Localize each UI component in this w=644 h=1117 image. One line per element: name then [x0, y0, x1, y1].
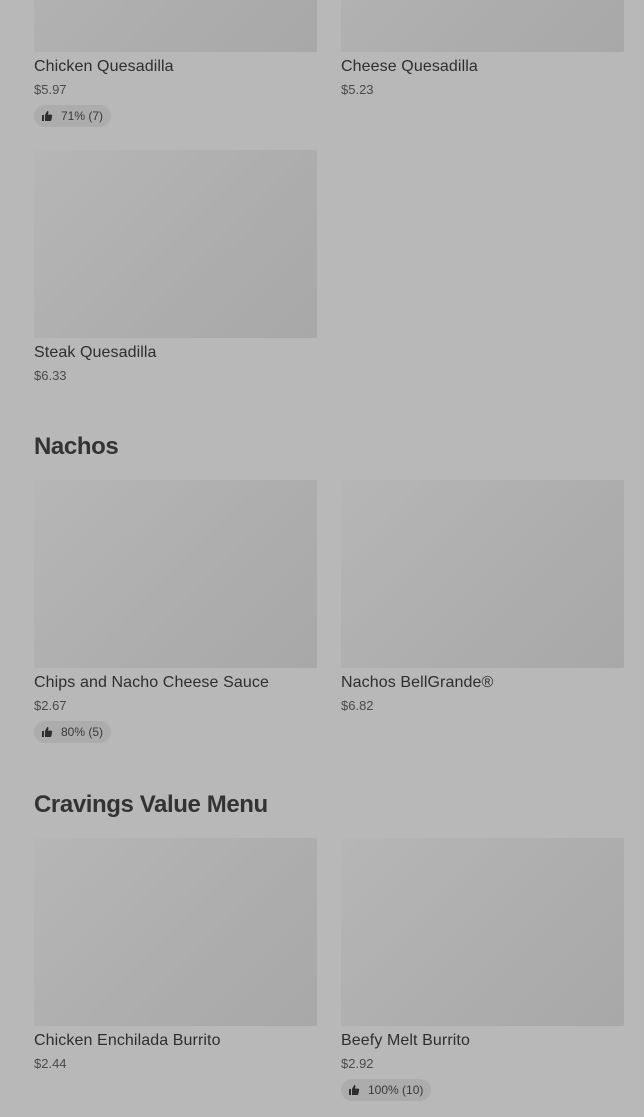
section-title-nachos: Nachos — [34, 433, 119, 460]
menu-item-card[interactable]: Chicken Enchilada Burrito $2.44 — [34, 838, 317, 1072]
item-name: Steak Quesadilla — [34, 344, 157, 361]
thumbs-up-icon — [42, 727, 53, 737]
rating-text: 80% (5) — [61, 725, 104, 739]
menu-item-card[interactable]: Beefy Melt Burrito $2.92 100% (10) — [341, 838, 624, 1101]
item-name: Chicken Enchilada Burrito — [34, 1032, 221, 1049]
item-price: $5.23 — [341, 82, 374, 97]
menu-item-card[interactable]: Cheese Quesadilla $5.23 — [341, 0, 624, 98]
item-image[interactable] — [34, 838, 317, 1026]
item-image[interactable] — [341, 480, 624, 668]
item-price: $2.92 — [341, 1056, 374, 1071]
item-name: Beefy Melt Burrito — [341, 1032, 470, 1049]
item-price: $6.33 — [34, 368, 67, 383]
item-image[interactable] — [341, 0, 624, 52]
item-image[interactable] — [34, 480, 317, 668]
rating-text: 100% (10) — [368, 1083, 424, 1097]
item-name: Chicken Quesadilla — [34, 58, 174, 75]
item-name: Chips and Nacho Cheese Sauce — [34, 674, 269, 691]
item-price: $2.67 — [34, 698, 67, 713]
item-price: $6.82 — [341, 698, 374, 713]
item-image[interactable] — [34, 150, 317, 338]
menu-item-card[interactable]: Chicken Quesadilla $5.97 71% (7) — [34, 0, 317, 127]
item-price: $2.44 — [34, 1056, 67, 1071]
menu-item-card[interactable]: Chips and Nacho Cheese Sauce $2.67 80% (… — [34, 480, 317, 743]
rating-badge: 71% (7) — [34, 105, 112, 127]
menu-page: Chicken Quesadilla $5.97 71% (7) Cheese … — [0, 0, 644, 1117]
item-name: Cheese Quesadilla — [341, 58, 478, 75]
item-image[interactable] — [341, 838, 624, 1026]
thumbs-up-icon — [349, 1085, 360, 1095]
menu-item-card[interactable]: Nachos BellGrande® $6.82 — [341, 480, 624, 714]
menu-item-card[interactable]: Steak Quesadilla $6.33 — [34, 150, 317, 384]
rating-text: 71% (7) — [61, 109, 104, 123]
rating-badge: 80% (5) — [34, 721, 112, 743]
thumbs-up-icon — [42, 111, 53, 121]
item-price: $5.97 — [34, 82, 67, 97]
rating-badge: 100% (10) — [341, 1079, 432, 1101]
item-name: Nachos BellGrande® — [341, 674, 494, 691]
item-image[interactable] — [34, 0, 317, 52]
section-title-cravings-value-menu: Cravings Value Menu — [34, 791, 268, 818]
